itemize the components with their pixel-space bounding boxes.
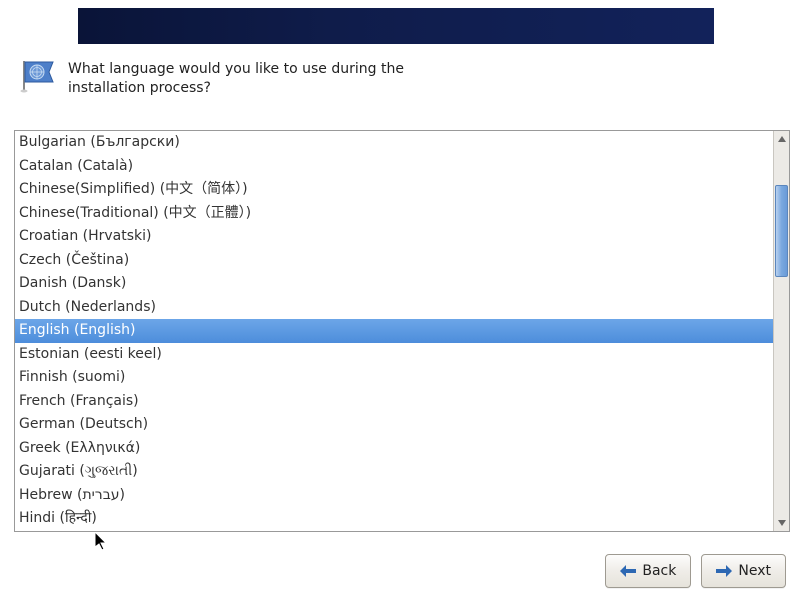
next-button-label: Next: [738, 563, 771, 579]
scroll-thumb[interactable]: [775, 185, 788, 277]
header-banner: [78, 8, 714, 44]
button-row: Back Next: [605, 554, 786, 588]
back-button[interactable]: Back: [605, 554, 691, 588]
arrow-left-icon: [620, 565, 636, 577]
scroll-down-button[interactable]: [774, 515, 789, 531]
arrow-right-icon: [716, 565, 732, 577]
language-option[interactable]: Bulgarian (Български): [15, 131, 773, 155]
language-option[interactable]: English (English): [15, 319, 773, 343]
language-option[interactable]: Finnish (suomi): [15, 366, 773, 390]
language-option[interactable]: Gujarati (ગુજરાતી): [15, 460, 773, 484]
language-option[interactable]: French (Français): [15, 390, 773, 414]
prompt-text: What language would you like to use duri…: [68, 60, 428, 98]
language-option[interactable]: German (Deutsch): [15, 413, 773, 437]
cursor-icon: [95, 532, 109, 556]
language-option[interactable]: Catalan (Català): [15, 155, 773, 179]
language-option[interactable]: Dutch (Nederlands): [15, 296, 773, 320]
scroll-track[interactable]: [774, 147, 789, 515]
language-option[interactable]: Czech (Čeština): [15, 249, 773, 273]
scrollbar[interactable]: [773, 131, 789, 531]
language-option[interactable]: Greek (Ελληνικά): [15, 437, 773, 461]
language-option[interactable]: Chinese(Simplified) (中文（简体）): [15, 178, 773, 202]
scroll-up-button[interactable]: [774, 131, 789, 147]
language-option[interactable]: Hebrew (עברית): [15, 484, 773, 508]
language-list-body[interactable]: Bulgarian (Български)Catalan (Català)Chi…: [15, 131, 773, 531]
language-option[interactable]: Croatian (Hrvatski): [15, 225, 773, 249]
language-option[interactable]: Danish (Dansk): [15, 272, 773, 296]
language-option[interactable]: Hindi (हिन्दी): [15, 507, 773, 531]
language-list: Bulgarian (Български)Catalan (Català)Chi…: [14, 130, 790, 532]
language-option[interactable]: Chinese(Traditional) (中文（正體）): [15, 202, 773, 226]
language-option[interactable]: Estonian (eesti keel): [15, 343, 773, 367]
prompt-row: What language would you like to use duri…: [20, 60, 784, 98]
back-button-label: Back: [642, 563, 676, 579]
language-flag-icon: [20, 60, 56, 94]
next-button[interactable]: Next: [701, 554, 786, 588]
